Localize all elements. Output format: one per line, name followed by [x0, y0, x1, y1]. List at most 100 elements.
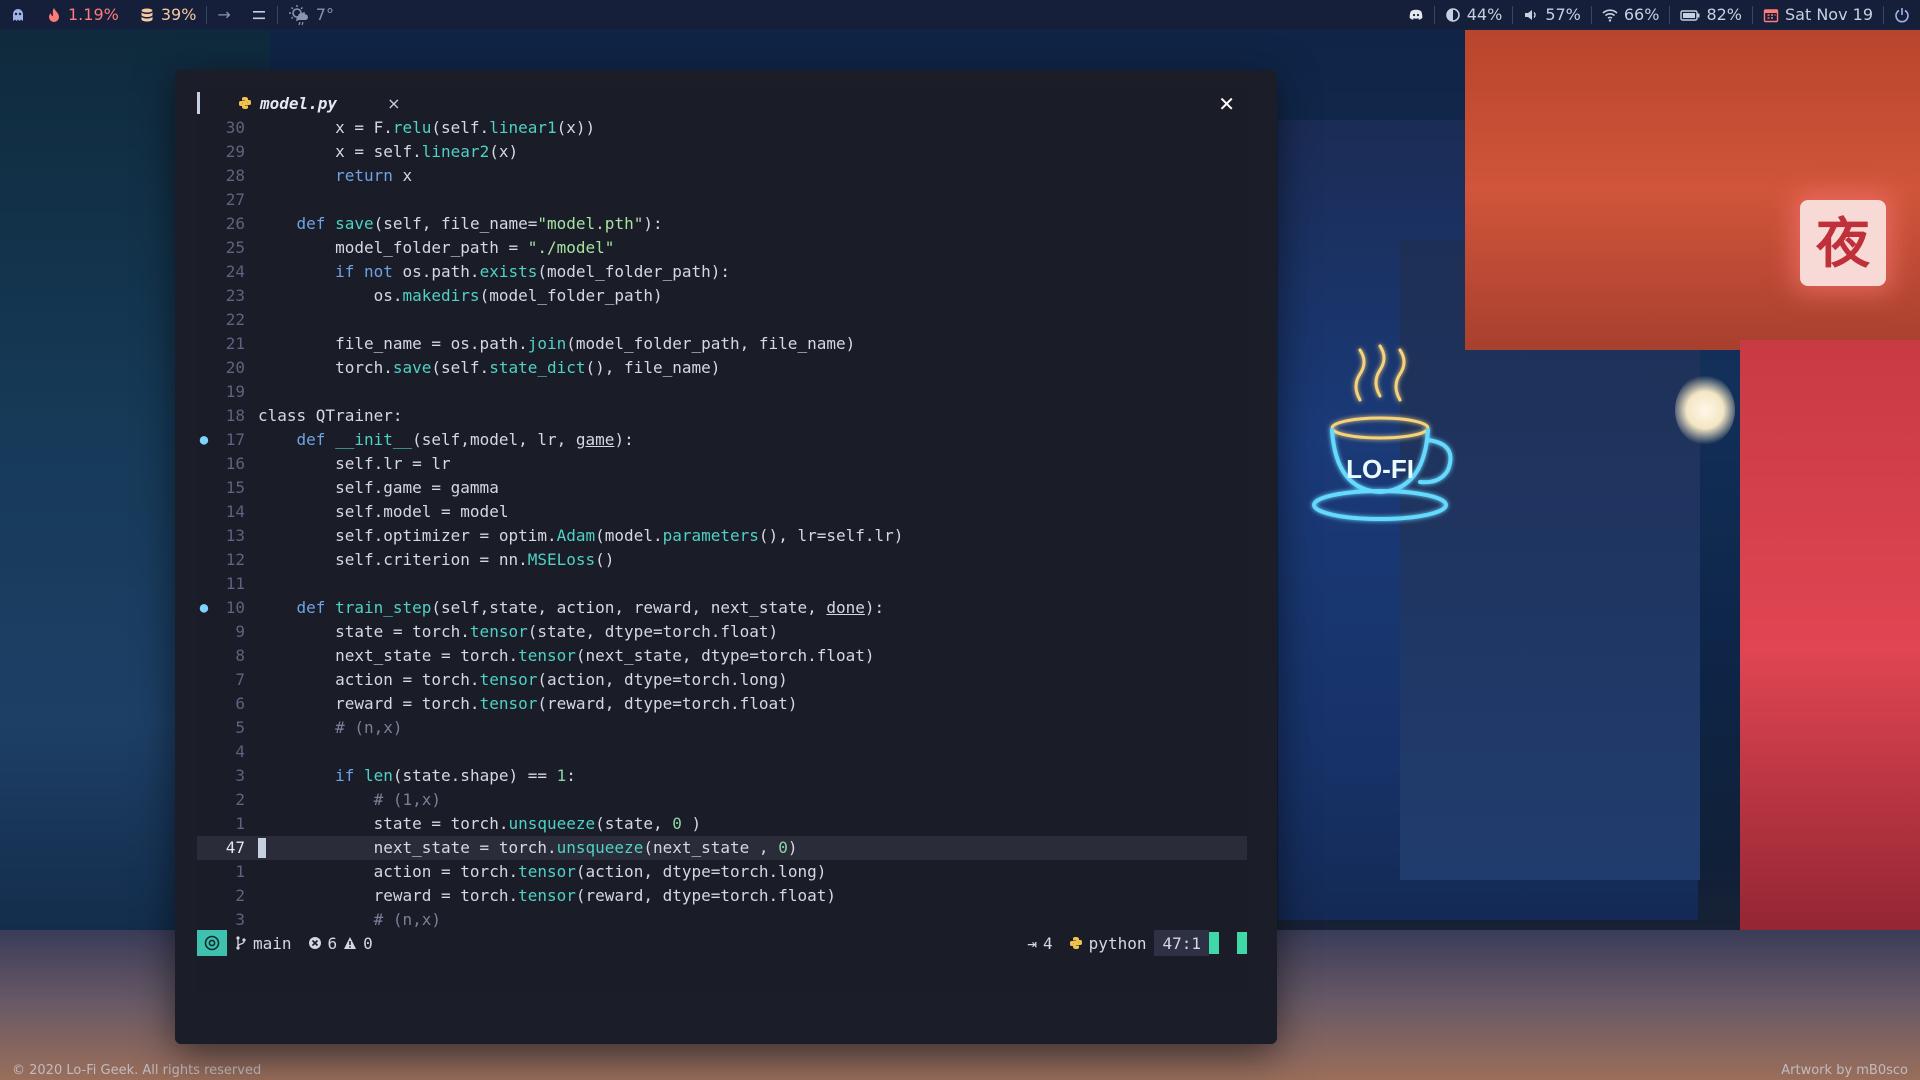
window-close-icon[interactable]: ✕ — [1218, 92, 1235, 116]
code-line[interactable]: 1 state = torch.unsqueeze(state, 0 ) — [197, 812, 1247, 836]
code-line[interactable]: ● 17 def __init__(self,model, lr, game): — [197, 428, 1247, 452]
line-number: 3 — [235, 910, 245, 929]
power-icon — [1895, 7, 1909, 22]
launcher-button[interactable] — [0, 0, 36, 29]
code-line[interactable]: 11 — [197, 572, 1247, 596]
line-number: 14 — [225, 502, 245, 521]
hint-bulb-icon[interactable]: ● — [197, 428, 211, 452]
code-line[interactable]: 20 torch.save(self.state_dict(), file_na… — [197, 356, 1247, 380]
line-number: 27 — [225, 190, 245, 209]
code-line[interactable]: 2 reward = torch.tensor(reward, dtype=to… — [197, 884, 1247, 908]
line-number: 24 — [225, 262, 245, 281]
code-text: os.makedirs(model_folder_path) — [258, 286, 663, 305]
code-text: reward = torch.tensor(reward, dtype=torc… — [258, 694, 798, 713]
line-number: 17 — [225, 430, 245, 449]
code-text: def train_step(self,state, action, rewar… — [296, 598, 885, 617]
code-line[interactable]: 1 action = torch.tensor(action, dtype=to… — [197, 860, 1247, 884]
code-area[interactable]: 30 x = F.relu(self.linear1(x)) 29 x = sel… — [197, 116, 1247, 930]
code-line[interactable]: ● 10 def train_step(self,state, action, r… — [197, 596, 1247, 620]
code-text: class QTrainer: — [258, 406, 403, 425]
battery-indicator[interactable]: 82% — [1670, 0, 1752, 29]
memory-indicator[interactable]: 39% — [129, 0, 207, 29]
cpu-indicator[interactable]: 1.19% — [36, 0, 129, 29]
copyright-text: © 2020 Lo-Fi Geek. All rights reserved — [12, 1063, 262, 1078]
code-line[interactable]: 3 if len(state.shape) == 1: — [197, 764, 1247, 788]
git-branch[interactable]: main — [227, 934, 300, 953]
code-line[interactable]: 29 x = self.linear2(x) — [197, 140, 1247, 164]
calendar-icon — [1763, 8, 1779, 22]
code-line[interactable]: 2 # (1,x) — [197, 788, 1247, 812]
weather-indicator[interactable]: 7° — [278, 0, 344, 29]
date-value: Sat Nov 19 — [1785, 5, 1873, 24]
error-icon — [308, 937, 321, 949]
code-line[interactable]: 30 x = F.relu(self.linear1(x)) — [197, 116, 1247, 140]
wifi-indicator[interactable]: 66% — [1592, 0, 1670, 29]
code-line[interactable]: 27 — [197, 188, 1247, 212]
hint-bulb-icon[interactable]: ● — [197, 596, 211, 620]
code-line[interactable]: 24 if not os.path.exists(model_folder_pa… — [197, 260, 1247, 284]
diagnostics[interactable]: 6 0 — [300, 934, 381, 953]
code-line[interactable]: 22 — [197, 308, 1247, 332]
line-number: 2 — [235, 886, 245, 905]
date-indicator[interactable]: Sat Nov 19 — [1753, 0, 1883, 29]
code-line[interactable]: 13 self.optimizer = optim.Adam(model.par… — [197, 524, 1247, 548]
indent-info[interactable]: ⇥ 4 — [1019, 934, 1060, 953]
code-line[interactable]: 16 self.lr = lr — [197, 452, 1247, 476]
filetype-info[interactable]: python — [1061, 934, 1155, 953]
line-number: 47 — [225, 838, 245, 857]
discord-icon — [1409, 9, 1423, 20]
code-line[interactable]: 23 os.makedirs(model_folder_path) — [197, 284, 1247, 308]
code-line[interactable]: 5 # (n,x) — [197, 716, 1247, 740]
code-line[interactable]: 3 # (n,x) — [197, 908, 1247, 932]
code-line[interactable]: 26 def save(self, file_name="model.pth")… — [197, 212, 1247, 236]
code-line[interactable]: 18 class QTrainer: — [197, 404, 1247, 428]
code-line[interactable]: 9 state = torch.tensor(state, dtype=torc… — [197, 620, 1247, 644]
line-number: 10 — [225, 598, 245, 617]
code-line[interactable]: 28 return x — [197, 164, 1247, 188]
gear-face-icon — [204, 935, 220, 951]
code-line[interactable]: 4 — [197, 740, 1247, 764]
code-line[interactable]: 15 self.game = gamma — [197, 476, 1247, 500]
volume-indicator[interactable]: 57% — [1513, 0, 1591, 29]
line-number: 18 — [225, 406, 245, 425]
battery-value: 82% — [1706, 5, 1742, 24]
line-number: 6 — [235, 694, 245, 713]
line-number: 4 — [235, 742, 245, 761]
tab-bar: model.py × ✕ — [197, 90, 1247, 116]
power-button[interactable] — [1884, 0, 1920, 29]
code-text: action = torch.tensor(action, dtype=torc… — [258, 670, 788, 689]
code-text: def save(self, file_name="model.pth"): — [296, 214, 663, 233]
code-text: state = torch.tensor(state, dtype=torch.… — [258, 622, 779, 641]
code-line[interactable]: 8 next_state = torch.tensor(next_state, … — [197, 644, 1247, 668]
branch-name: main — [253, 933, 292, 953]
line-number: 22 — [225, 310, 245, 329]
code-line[interactable]: 19 — [197, 380, 1247, 404]
code-line[interactable]: 12 self.criterion = nn.MSELoss() — [197, 548, 1247, 572]
line-number: 3 — [235, 766, 245, 785]
discord-button[interactable] — [1398, 0, 1434, 29]
error-count: 6 — [327, 933, 338, 953]
wallpaper-neon-cup-sign: LO-FI — [1312, 344, 1453, 521]
code-text: if len(state.shape) == 1: — [335, 766, 576, 785]
scroll-indicator — [1209, 932, 1219, 954]
code-text: x = F.relu(self.linear1(x)) — [258, 118, 596, 137]
tab-model-py[interactable]: model.py × — [200, 90, 414, 116]
cursor-position-value: 47:1 — [1162, 933, 1201, 953]
arrow-right-icon: → — [217, 5, 231, 24]
line-number: 1 — [235, 862, 245, 881]
code-line[interactable]: 25 model_folder_path = "./model" — [197, 236, 1247, 260]
code-line-current[interactable]: 47 next_state = torch.unsqueeze(next_sta… — [197, 836, 1247, 860]
editor-pane: model.py × ✕ 30 x = F.relu(self.linear1(… — [197, 90, 1247, 994]
tab-close-icon[interactable]: × — [387, 94, 400, 113]
code-line[interactable]: 14 self.model = model — [197, 500, 1247, 524]
code-line[interactable]: 6 reward = torch.tensor(reward, dtype=to… — [197, 692, 1247, 716]
menu-button[interactable] — [241, 0, 277, 29]
cursor-position: 47:1 — [1154, 930, 1209, 956]
line-number: 8 — [235, 646, 245, 665]
brightness-indicator[interactable]: 44% — [1435, 0, 1513, 29]
code-line[interactable]: 7 action = torch.tensor(action, dtype=to… — [197, 668, 1247, 692]
code-line[interactable]: 21 file_name = os.path.join(model_folder… — [197, 332, 1247, 356]
line-number: 19 — [225, 382, 245, 401]
code-text: # (n,x) — [373, 910, 442, 929]
mode-edge-indicator — [1237, 932, 1247, 954]
